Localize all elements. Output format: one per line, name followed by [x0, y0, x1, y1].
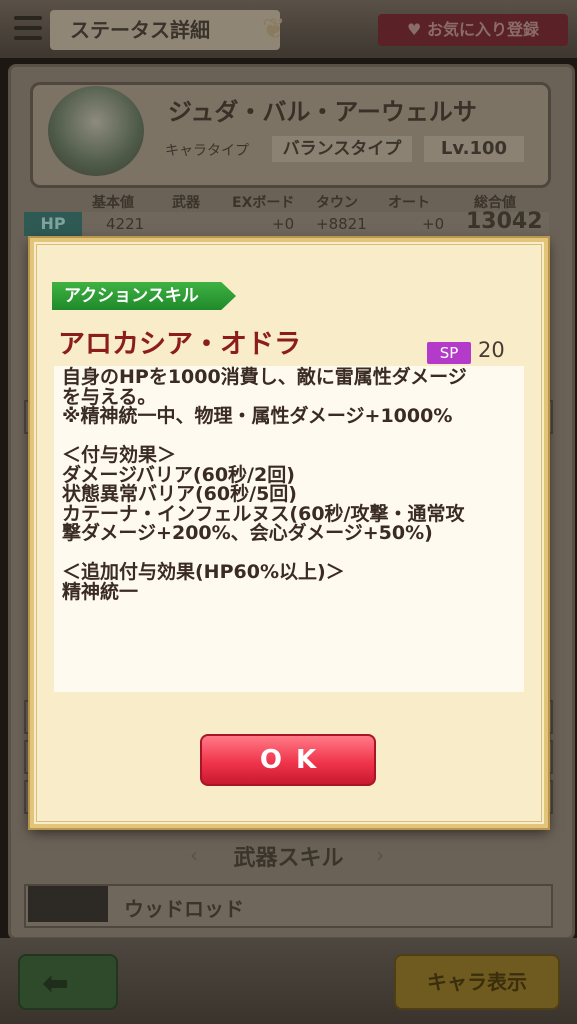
hp-exboard: +0 — [272, 215, 295, 233]
type-value: バランスタイプ — [272, 136, 412, 162]
hp-town: +8821 — [316, 215, 367, 233]
heart-icon: ♥ — [407, 20, 422, 39]
sp-badge: SP — [427, 342, 471, 364]
hp-label: HP — [24, 212, 82, 236]
stat-headers: 基本値 武器 EXボード タウン オート 総合値 — [0, 192, 577, 211]
header-town: タウン — [316, 195, 358, 211]
page-title: ステータス詳細 — [50, 10, 280, 50]
ornament-icon: ❦ — [262, 12, 286, 45]
hp-auto: +0 — [422, 215, 445, 233]
header-weapon: 武器 — [172, 195, 200, 211]
menu-icon[interactable] — [14, 16, 42, 40]
skill-name: アロカシア・オドラ — [58, 329, 301, 360]
weapon-skill-title: 武器スキル — [233, 846, 344, 871]
favorite-button[interactable]: ♥ お気に入り登録 — [378, 14, 568, 46]
hp-base: 4221 — [106, 215, 145, 233]
top-bar: ステータス詳細 ❦ ♥ お気に入り登録 — [0, 0, 577, 58]
sp-value: 20 — [478, 338, 505, 362]
hp-total: 13042 — [466, 209, 543, 234]
next-arrow-icon[interactable]: › — [376, 843, 384, 867]
header-exboard: EXボード — [232, 195, 295, 211]
level-badge: Lv.100 — [424, 136, 524, 162]
weapon-name: ウッドロッド — [124, 897, 244, 921]
skill-description: 自身のHPを1000消費し、敵に雷属性ダメージ を与える。 ※精神統一中、物理・… — [62, 366, 467, 603]
character-name: ジュダ・バル・アーウェルサ — [168, 98, 477, 126]
favorite-label: お気に入り登録 — [426, 20, 539, 39]
header-base: 基本値 — [92, 195, 134, 211]
skill-description-box: 自身のHPを1000消費し、敵に雷属性ダメージ を与える。 ※精神統一中、物理・… — [54, 366, 524, 692]
avatar — [48, 86, 144, 176]
skill-type-tag: アクションスキル — [52, 282, 236, 310]
type-label: キャラタイプ — [165, 143, 249, 159]
chara-display-button[interactable]: キャラ表示 — [394, 954, 560, 1010]
ok-button[interactable]: OK — [200, 734, 376, 786]
back-button[interactable]: ⬅ — [18, 954, 118, 1010]
header-auto: オート — [388, 195, 430, 211]
weapon-icon — [28, 886, 108, 922]
back-arrow-icon: ⬅ — [42, 964, 69, 1002]
